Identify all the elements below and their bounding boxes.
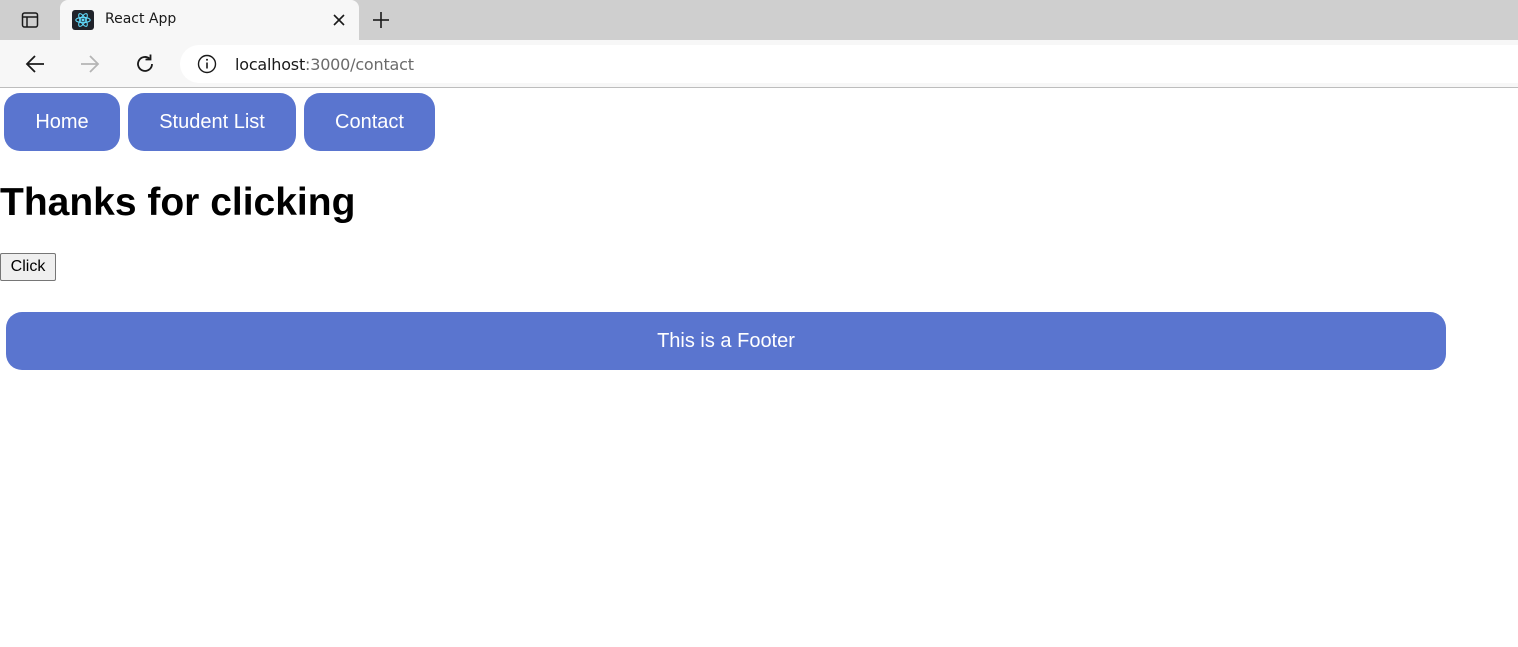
browser-tab[interactable]: React App xyxy=(60,0,359,40)
forward-button[interactable] xyxy=(74,48,106,80)
back-button[interactable] xyxy=(19,48,51,80)
page-heading: Thanks for clicking xyxy=(0,181,356,224)
url-host: localhost xyxy=(235,55,306,74)
tab-actions-button[interactable] xyxy=(8,6,52,34)
arrow-right-icon xyxy=(81,55,100,73)
info-icon[interactable] xyxy=(197,54,217,74)
nav-link-contact[interactable]: Contact xyxy=(304,93,435,151)
footer-text: This is a Footer xyxy=(657,329,795,352)
browser-tab-strip: React App xyxy=(0,0,1518,40)
plus-icon xyxy=(373,12,389,28)
tab-title: React App xyxy=(105,11,177,27)
main-nav: Home Student List Contact xyxy=(4,93,435,151)
page-content: Home Student List Contact Thanks for cli… xyxy=(0,89,1518,647)
url-text: localhost:3000/contact xyxy=(235,55,414,74)
nav-link-home[interactable]: Home xyxy=(4,93,120,151)
footer: This is a Footer xyxy=(6,312,1446,370)
address-bar[interactable]: localhost:3000/contact xyxy=(180,45,1518,83)
close-icon[interactable] xyxy=(329,10,349,30)
nav-link-student-list[interactable]: Student List xyxy=(128,93,296,151)
react-atom-icon xyxy=(72,10,94,30)
sidebar-panel-icon xyxy=(21,12,39,28)
new-tab-button[interactable] xyxy=(366,6,396,34)
browser-toolbar: localhost:3000/contact xyxy=(0,40,1518,88)
url-path: :3000/contact xyxy=(305,55,414,74)
reload-icon xyxy=(137,54,153,72)
arrow-left-icon xyxy=(25,55,44,73)
click-button[interactable]: Click xyxy=(0,253,56,281)
reload-button[interactable] xyxy=(129,48,161,80)
